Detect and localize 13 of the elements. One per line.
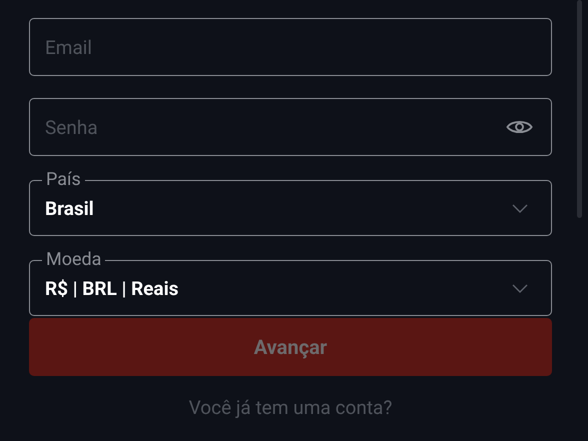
select-field[interactable]: Moeda R$ | BRL | Reais (29, 250, 552, 316)
field-label: País (45, 170, 82, 190)
chevron-down-icon (512, 284, 528, 292)
eye-icon[interactable] (506, 118, 533, 136)
email-field[interactable]: Email (29, 18, 552, 76)
selected-value: Brasil (45, 196, 94, 220)
login-prompt-text: Você já tem uma conta? (188, 396, 392, 419)
chevron-down-icon (512, 204, 528, 212)
selected-value: R$ | BRL | Reais (45, 276, 179, 300)
field-label: Moeda (45, 250, 102, 270)
password-field[interactable]: Senha (29, 98, 552, 156)
scrollbar[interactable] (577, 0, 582, 218)
select-field[interactable]: País Brasil (29, 170, 552, 236)
